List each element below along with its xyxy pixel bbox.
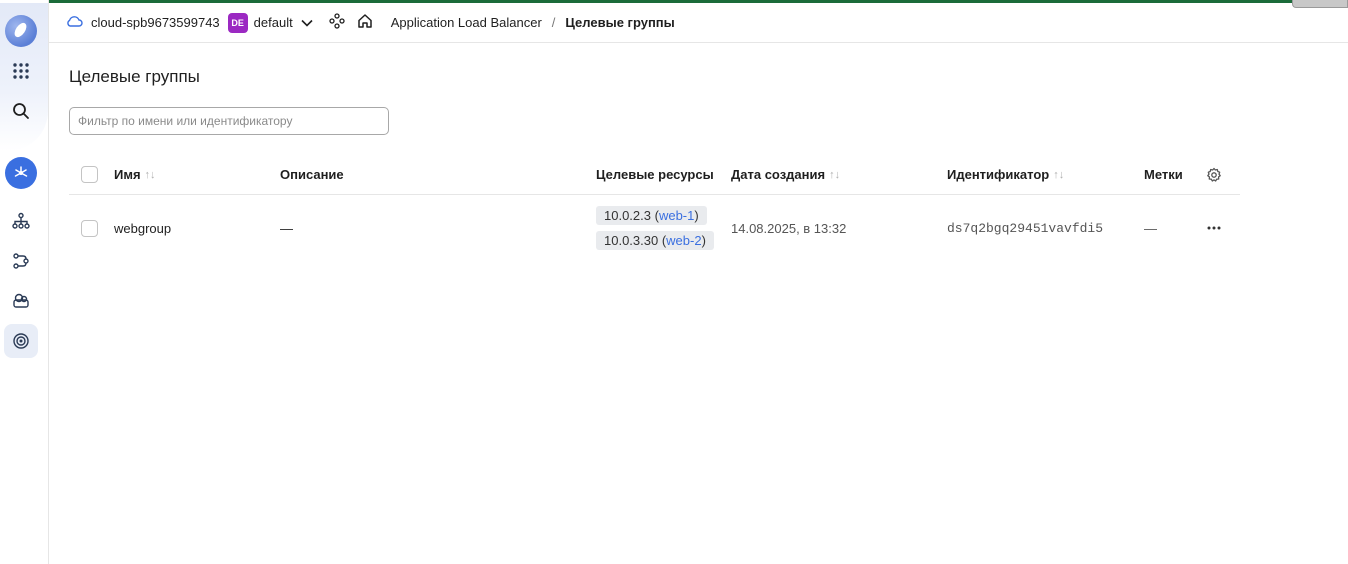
column-description: Описание [280,155,344,194]
breadcrumb-separator: / [551,15,556,30]
page-title: Целевые группы [69,67,200,86]
sort-icon: ↑↓ [1053,168,1065,181]
row-name[interactable]: webgroup [114,195,171,261]
column-name-label: Имя [114,167,141,182]
target-paren-open: ( [651,208,659,223]
target-paren-open: ( [658,233,667,248]
nodes-icon[interactable] [329,13,345,32]
row-checkbox[interactable] [81,219,98,237]
chevron-down-icon [301,15,313,30]
filter-input[interactable] [69,107,389,135]
gear-icon[interactable] [1206,155,1222,194]
select-all-checkbox[interactable] [81,166,98,183]
breadcrumb-service[interactable]: Application Load Balancer [391,15,542,30]
column-created[interactable]: Дата создания ↑↓ [731,155,840,194]
column-targets: Целевые ресурсы [596,155,714,194]
column-id-label: Идентификатор [947,167,1050,182]
select-all-checkbox-cell [81,155,98,194]
backend-icon[interactable] [4,284,38,318]
target-host-link[interactable]: web-2 [666,233,701,248]
column-labels: Метки [1144,155,1183,194]
apps-grid-icon[interactable] [4,54,38,88]
target-groups-table: Имя ↑↓ Описание Целевые ресурсы Дата соз… [69,155,1240,261]
cloud-icon [65,14,83,31]
column-labels-label: Метки [1144,167,1183,182]
target-paren-close: ) [694,208,699,223]
row-created: 14.08.2025, в 13:32 [731,220,847,236]
target-tag: 10.0.3.30 (web-2) [596,231,714,250]
sort-icon: ↑↓ [829,168,841,181]
target-icon[interactable] [4,324,38,358]
table-row[interactable]: webgroup — 10.0.2.3 (web-1) 10.0.3.30 (w… [69,195,1240,261]
target-host-link[interactable]: web-1 [659,208,694,223]
folder-name: default [253,15,293,30]
home-icon[interactable] [357,13,373,32]
column-name[interactable]: Имя ↑↓ [114,155,156,194]
column-targets-label: Целевые ресурсы [596,167,714,182]
column-id[interactable]: Идентификатор ↑↓ [947,155,1064,194]
top-header: cloud-spb9673599743 DE default Applicati… [49,3,1348,43]
logo[interactable] [5,15,37,47]
more-actions-icon[interactable] [1206,195,1222,261]
target-tag: 10.0.2.3 (web-1) [596,206,707,225]
target-paren-close: ) [701,233,706,248]
row-description: — [280,220,293,236]
search-icon[interactable] [4,94,38,128]
row-id: ds7q2bgq29451vavfdi5 [947,220,1104,236]
row-checkbox-cell [81,195,98,261]
cloud-selector[interactable]: cloud-spb9673599743 [65,14,220,31]
folder-selector[interactable]: DE default [220,12,313,33]
column-description-label: Описание [280,167,344,182]
target-ip: 10.0.2.3 [604,208,651,223]
target-ip: 10.0.3.30 [604,233,659,248]
targets-list: 10.0.2.3 (web-1) 10.0.3.30 (web-2) [596,206,714,250]
folder-badge: DE [227,12,248,33]
row-targets: 10.0.2.3 (web-1) 10.0.3.30 (web-2) [596,195,714,261]
routing-icon[interactable] [4,244,38,278]
row-labels: — [1144,220,1157,236]
cloud-name: cloud-spb9673599743 [91,15,220,30]
network-tree-icon[interactable] [4,204,38,238]
load-balancer-icon[interactable] [5,157,37,189]
sort-icon: ↑↓ [144,168,156,181]
breadcrumb-current: Целевые группы [565,15,675,30]
column-created-label: Дата создания [731,167,826,182]
sidebar [0,0,49,564]
table-header: Имя ↑↓ Описание Целевые ресурсы Дата соз… [69,155,1240,195]
